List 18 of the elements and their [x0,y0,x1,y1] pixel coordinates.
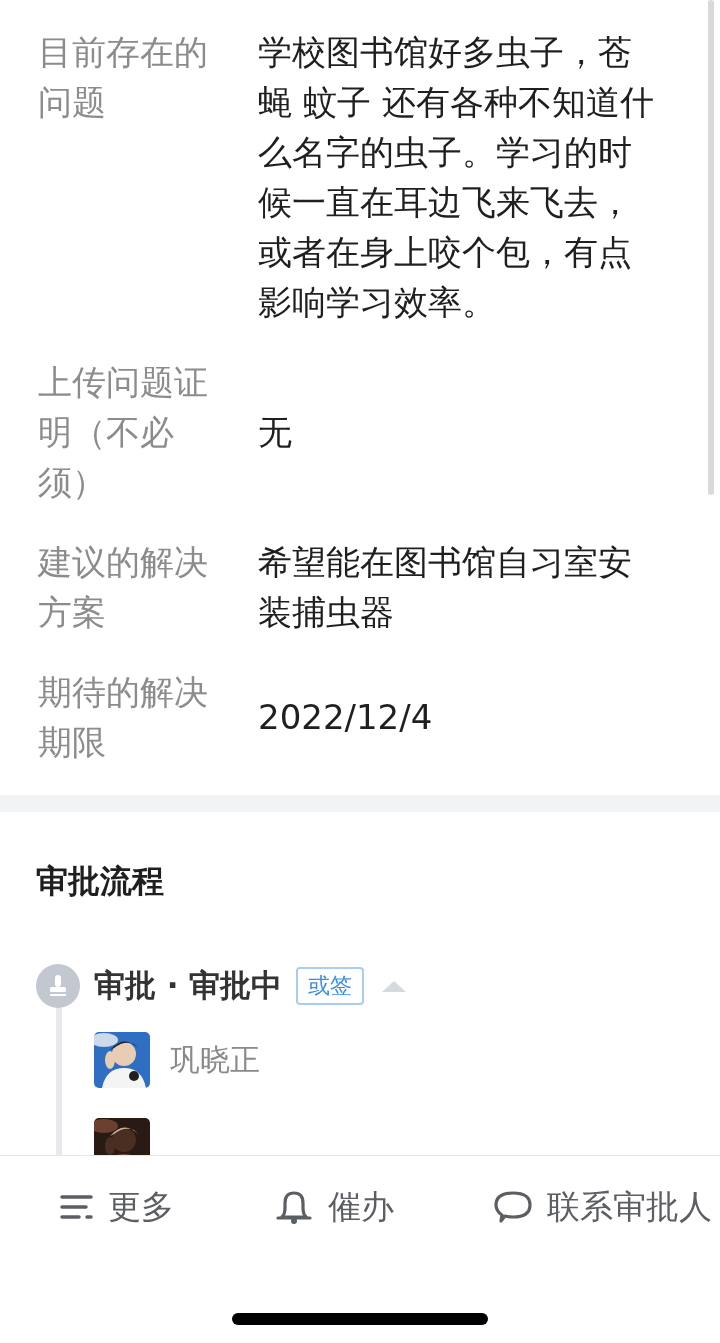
field-label: 期待的解决期限 [38,671,209,764]
menu-icon [60,1193,94,1221]
step-title: 审批 · 审批中 [94,966,283,1005]
field-value: 希望能在图书馆自习室安装捕虫器 [258,541,633,634]
field-value: 无 [258,411,293,454]
field-label: 建议的解决方案 [38,541,209,634]
field-value: 2022/12/4 [258,696,434,739]
more-button[interactable]: 更多 [60,1182,174,1232]
stamp-icon [36,964,80,1008]
contact-button[interactable]: 联系审批人 [493,1182,712,1232]
remind-button[interactable]: 催办 [273,1182,394,1232]
field-value: 学校图书馆好多虫子，苍蝇 蚊子 还有各种不知道什么名字的虫子。学习的时候一直在耳边飞来飞去，或者在身上咬个包，有点影响学习效率。 [258,31,655,324]
field-label: 目前存在的问题 [38,31,209,124]
section-title: 审批流程 [36,861,165,902]
approver-name: 巩晓正 [170,1040,260,1079]
step-tag: 或签 [296,967,365,1005]
chat-bubble-icon [493,1189,533,1225]
field-label: 上传问题证明（不必须） [38,361,209,504]
